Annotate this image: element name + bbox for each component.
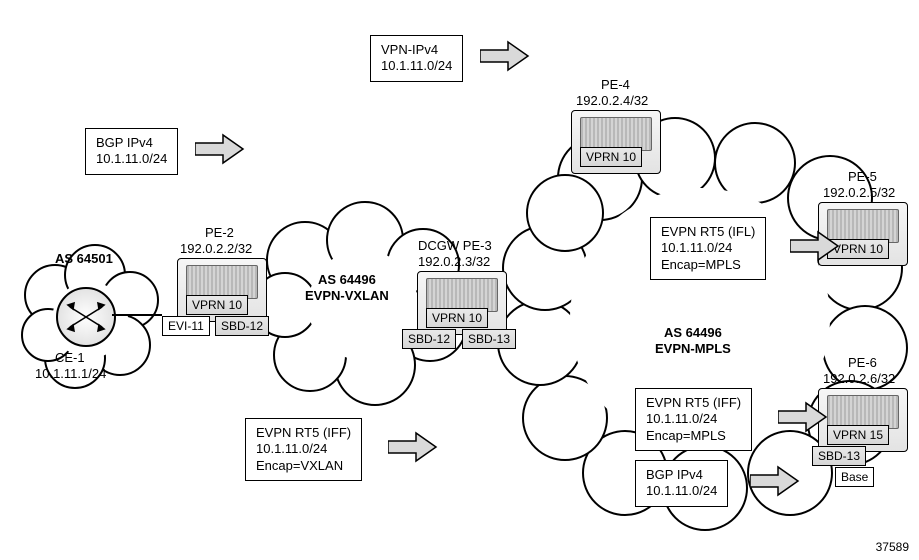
label-ce-1-name: CE-1 (55, 350, 85, 366)
badge-pe-4-vprn: VPRN 10 (580, 147, 642, 167)
label-pe-4-addr: 192.0.2.4/32 (576, 93, 648, 109)
route-vpn-ipv4: VPN-IPv4 10.1.11.0/24 (370, 35, 463, 82)
ce-1-router-icon (56, 287, 116, 347)
badge-pe-6-base: Base (835, 467, 874, 487)
badge-pe-2-sbd: SBD-12 (215, 316, 269, 336)
badge-pe-3-vprn: VPRN 10 (426, 308, 488, 328)
text: 10.1.11.0/24 (661, 240, 755, 256)
label-as-64496-mpls: AS 64496 EVPN-MPLS (655, 325, 731, 358)
text: 10.1.11.0/24 (381, 58, 452, 74)
text: Encap=MPLS (646, 428, 741, 444)
text: BGP IPv4 (96, 135, 167, 151)
text: Encap=VXLAN (256, 458, 351, 474)
label-pe-3-name: DCGW PE-3 (418, 238, 492, 254)
text: Encap=MPLS (661, 257, 755, 273)
label-pe-2-addr: 192.0.2.2/32 (180, 241, 252, 257)
arrow-icon (388, 431, 438, 463)
arrow-icon (778, 401, 828, 433)
label-ce-1-addr: 10.1.11.1/24 (35, 366, 106, 382)
badge-pe-3-sbd-r: SBD-13 (462, 329, 516, 349)
badge-pe-2-vprn: VPRN 10 (186, 295, 248, 315)
route-evpn-vxlan: EVPN RT5 (IFF) 10.1.11.0/24 Encap=VXLAN (245, 418, 362, 481)
text: EVPN RT5 (IFL) (661, 224, 755, 240)
arrow-icon (480, 40, 530, 72)
label-pe-6-addr: 192.0.2.6/32 (823, 371, 895, 387)
text: 10.1.11.0/24 (646, 411, 741, 427)
arrow-icon (790, 230, 840, 262)
text: 10.1.11.0/24 (256, 441, 351, 457)
text: 10.1.11.0/24 (646, 483, 717, 499)
badge-pe-3-sbd-l: SBD-12 (402, 329, 456, 349)
link-ce1-pe2 (112, 314, 162, 316)
badge-pe-2-evi: EVI-11 (162, 316, 210, 336)
label-pe-4-name: PE-4 (601, 77, 630, 93)
text: EVPN RT5 (IFF) (256, 425, 351, 441)
route-bgp-ipv4-left: BGP IPv4 10.1.11.0/24 (85, 128, 178, 175)
route-evpn-mpls-pe5: EVPN RT5 (IFL) 10.1.11.0/24 Encap=MPLS (650, 217, 766, 280)
label-pe-3-addr: 192.0.2.3/32 (418, 254, 490, 270)
label-pe-5-addr: 192.0.2.5/32 (823, 185, 895, 201)
label-as-64501: AS 64501 (55, 251, 113, 267)
text: EVPN RT5 (IFF) (646, 395, 741, 411)
text: 10.1.11.0/24 (96, 151, 167, 167)
badge-pe-6-sbd: SBD-13 (812, 446, 866, 466)
text: VPN-IPv4 (381, 42, 452, 58)
arrow-icon (750, 465, 800, 497)
label-pe-5-name: PE-5 (848, 169, 877, 185)
label-as-64496-vxlan: AS 64496 EVPN-VXLAN (305, 272, 389, 305)
label-pe-2-name: PE-2 (205, 225, 234, 241)
label-pe-6-name: PE-6 (848, 355, 877, 371)
doc-id: 37589 (876, 540, 909, 554)
route-evpn-mpls-pe6: EVPN RT5 (IFF) 10.1.11.0/24 Encap=MPLS (635, 388, 752, 451)
badge-pe-6-vprn: VPRN 15 (827, 425, 889, 445)
arrow-icon (195, 133, 245, 165)
text: BGP IPv4 (646, 467, 717, 483)
route-bgp-ipv4-pe6: BGP IPv4 10.1.11.0/24 (635, 460, 728, 507)
